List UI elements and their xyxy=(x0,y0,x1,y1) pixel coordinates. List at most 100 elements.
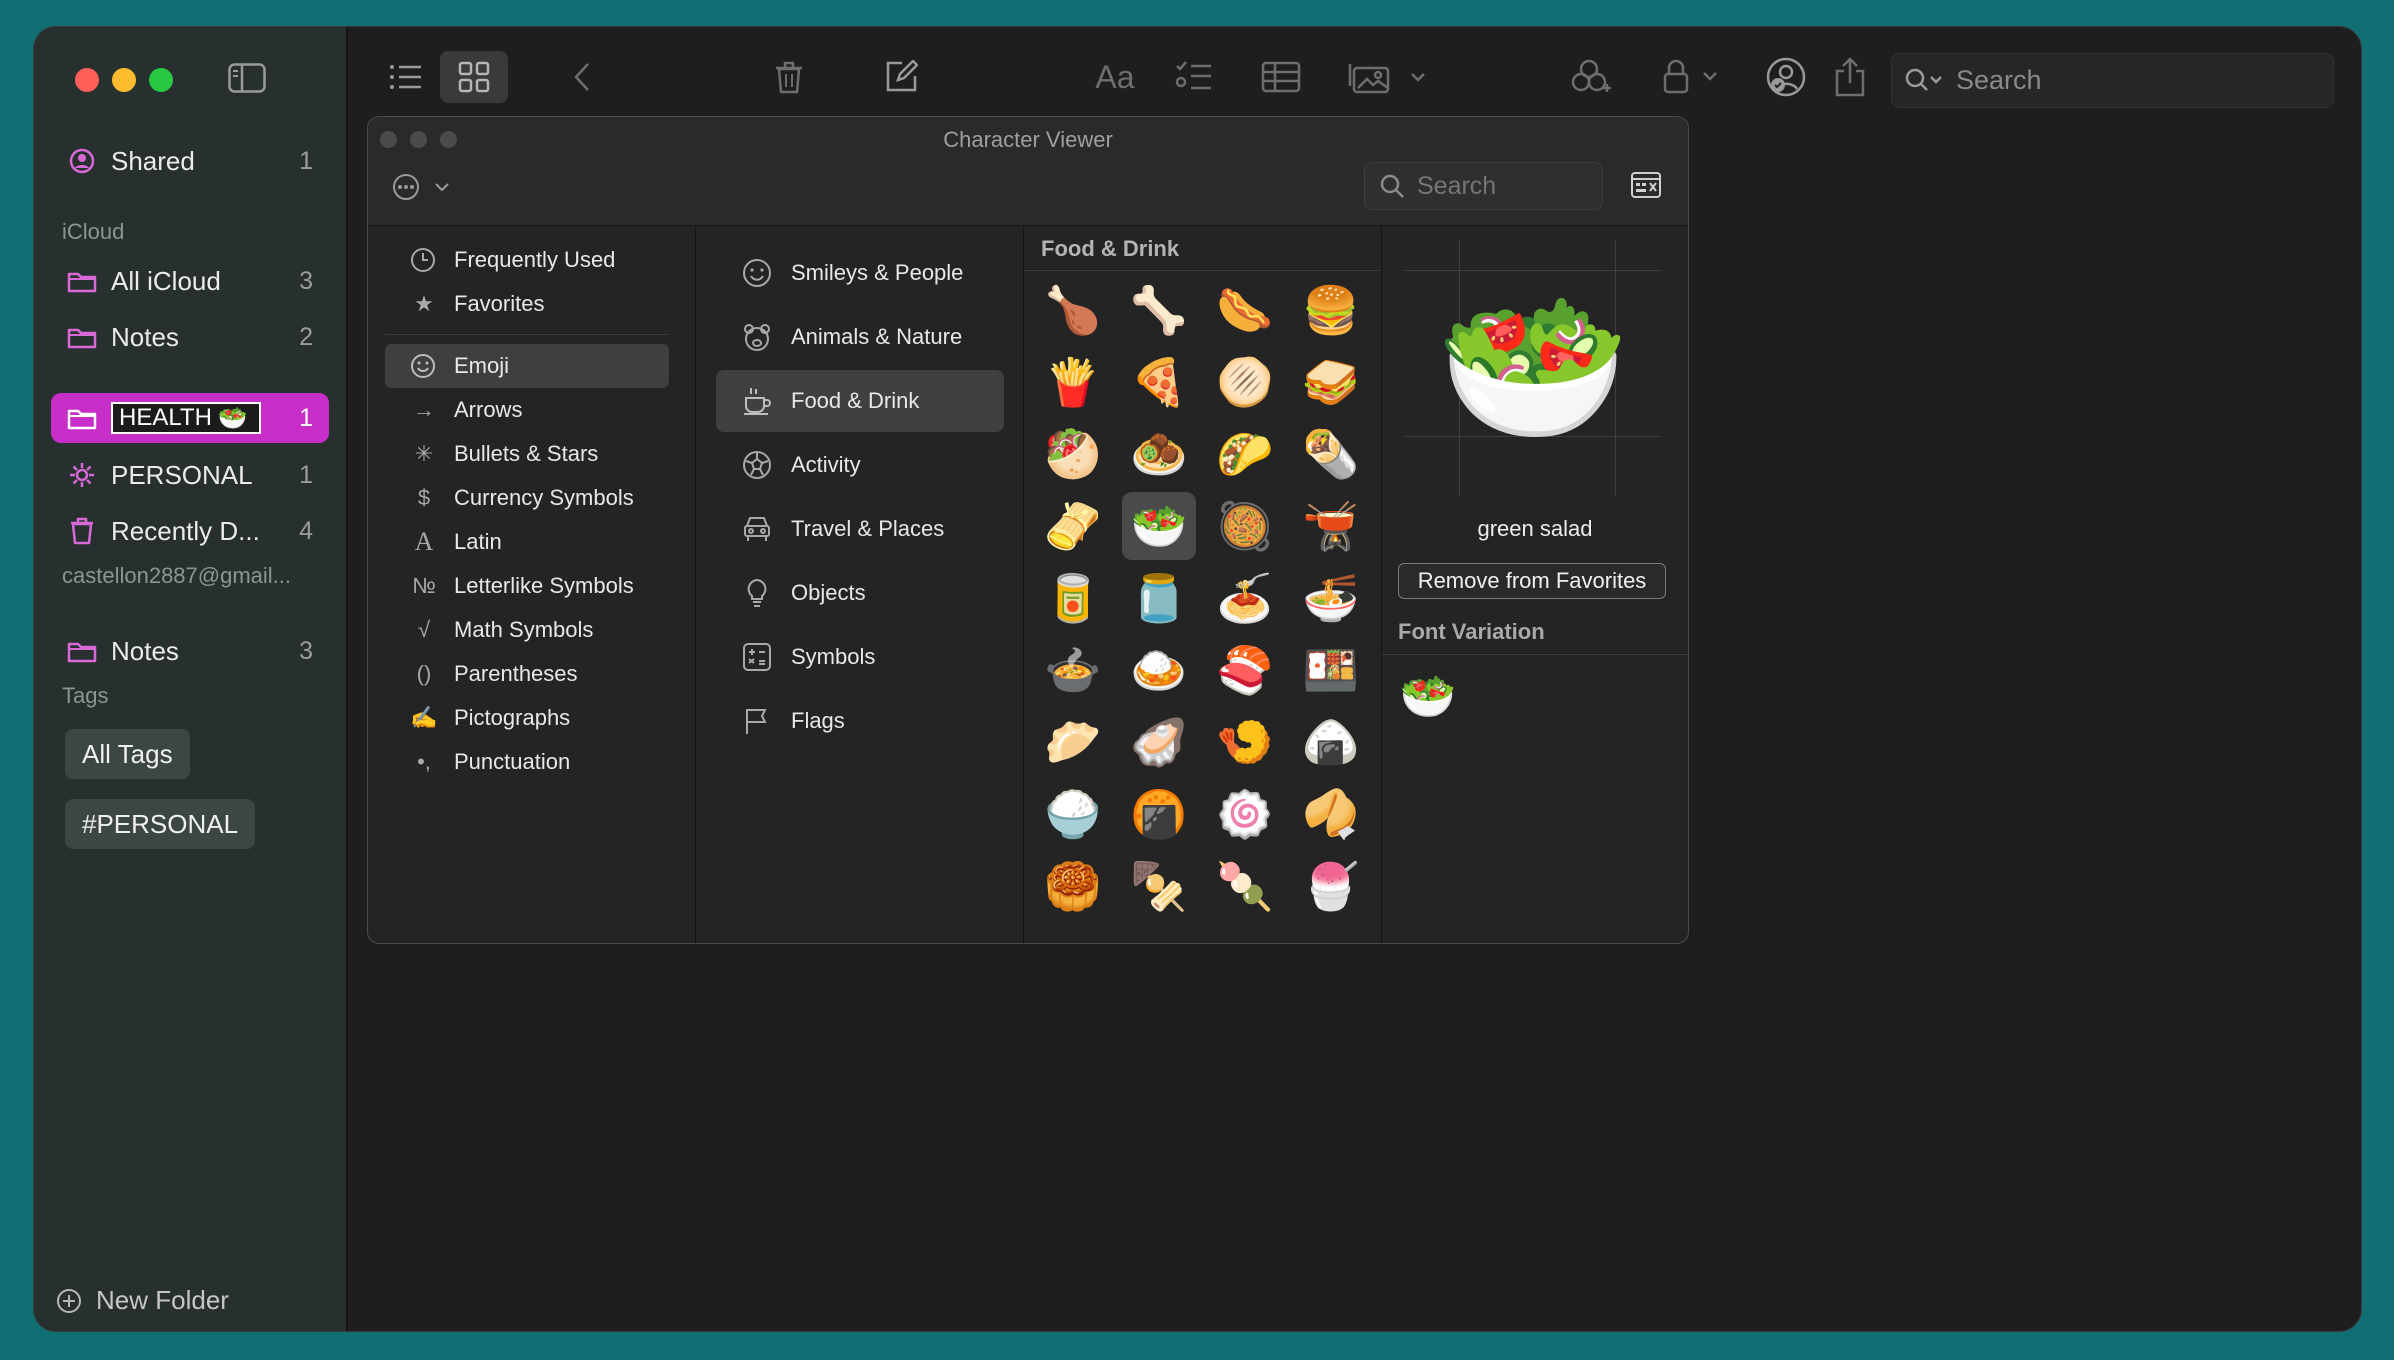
emoji-cell[interactable]: 🍛 xyxy=(1122,636,1196,704)
close-window-button[interactable] xyxy=(75,68,99,92)
emoji-cell[interactable]: 🍡 xyxy=(1208,852,1282,920)
emoji-cell[interactable]: 🍣 xyxy=(1208,636,1282,704)
emoji-cell[interactable]: 🍕 xyxy=(1122,348,1196,416)
subcategory-objects[interactable]: Objects xyxy=(716,562,1004,624)
sidebar-item-health[interactable]: HEALTH 🥗 1 xyxy=(51,393,329,443)
emoji-cell[interactable]: 🥮 xyxy=(1036,852,1110,920)
folder-icon xyxy=(67,639,97,663)
category-arrows[interactable]: → Arrows xyxy=(385,388,669,432)
share-icon[interactable] xyxy=(1832,57,1868,97)
subcategory-food-drink[interactable]: Food & Drink xyxy=(716,370,1004,432)
sidebar-item-count: 4 xyxy=(299,517,313,546)
tag-all-tags[interactable]: All Tags xyxy=(65,729,190,779)
emoji-cell[interactable]: 🍚 xyxy=(1036,780,1110,848)
ellipsis-circle-icon xyxy=(392,173,420,201)
emoji-cell[interactable]: 🫕 xyxy=(1294,492,1368,560)
tag-personal[interactable]: #PERSONAL xyxy=(65,799,255,849)
category-frequently-used[interactable]: Frequently Used xyxy=(385,238,669,282)
notes-search-field[interactable]: Search xyxy=(1891,53,2334,108)
subcategory-symbols[interactable]: Symbols xyxy=(716,626,1004,688)
category-currency-symbols[interactable]: $ Currency Symbols xyxy=(385,476,669,520)
subcategory-travel-places[interactable]: Travel & Places xyxy=(716,498,1004,560)
sidebar-toggle-icon[interactable] xyxy=(228,63,266,93)
delete-icon[interactable] xyxy=(772,57,806,97)
checklist-icon[interactable] xyxy=(1174,57,1214,97)
emoji-cell[interactable]: 🥘 xyxy=(1208,492,1282,560)
emoji-cell[interactable]: 🌯 xyxy=(1294,420,1368,488)
category-letterlike-symbols[interactable]: № Letterlike Symbols xyxy=(385,564,669,608)
new-folder-button[interactable]: New Folder xyxy=(56,1285,229,1316)
category-list: Frequently Used ★ Favorites Emoji → Arro… xyxy=(368,226,696,943)
emoji-cell[interactable]: 🍢 xyxy=(1122,852,1196,920)
emoji-cell[interactable]: 🥪 xyxy=(1294,348,1368,416)
remove-from-favorites-button[interactable]: Remove from Favorites xyxy=(1398,563,1666,599)
emoji-cell[interactable]: 🍧 xyxy=(1294,852,1368,920)
zoom-window-button[interactable] xyxy=(149,68,173,92)
emoji-cell[interactable]: 🍝 xyxy=(1208,564,1282,632)
sidebar-item-count: 1 xyxy=(299,404,313,433)
character-search-field[interactable]: Search xyxy=(1364,162,1603,210)
more-options-button[interactable] xyxy=(392,173,450,201)
emoji-cell[interactable]: 🍘 xyxy=(1122,780,1196,848)
emoji-cell[interactable]: 🥠 xyxy=(1294,780,1368,848)
emoji-cell[interactable]: 🍲 xyxy=(1036,636,1110,704)
category-favorites[interactable]: ★ Favorites xyxy=(385,282,669,326)
emoji-subcategory-list: Smileys & People Animals & Nature Food &… xyxy=(696,226,1024,943)
emoji-cell[interactable]: 🧆 xyxy=(1122,420,1196,488)
emoji-cell[interactable]: 🫔 xyxy=(1036,492,1110,560)
sidebar-item-shared[interactable]: Shared 1 xyxy=(51,136,329,186)
category-pictographs[interactable]: ✍ Pictographs xyxy=(385,696,669,740)
emoji-cell[interactable]: 🍱 xyxy=(1294,636,1368,704)
emoji-cell[interactable]: 🫓 xyxy=(1208,348,1282,416)
emoji-cell[interactable]: 🦴 xyxy=(1122,276,1196,344)
search-icon xyxy=(1379,173,1405,199)
category-math-symbols[interactable]: √ Math Symbols xyxy=(385,608,669,652)
emoji-cell[interactable]: 🍤 xyxy=(1208,708,1282,776)
list-view-icon[interactable] xyxy=(386,57,426,97)
category-latin[interactable]: A Latin xyxy=(385,520,669,564)
grid-view-icon[interactable] xyxy=(440,51,508,103)
keyboard-viewer-icon[interactable] xyxy=(1631,172,1661,198)
share-people-icon[interactable] xyxy=(1764,57,1808,97)
emoji-cell[interactable]: 🫙 xyxy=(1122,564,1196,632)
folder-rename-field[interactable]: HEALTH 🥗 xyxy=(111,402,261,434)
category-bullets-stars[interactable]: ✳ Bullets & Stars xyxy=(385,432,669,476)
subcategory-smileys-people[interactable]: Smileys & People xyxy=(716,242,1004,304)
emoji-cell[interactable]: 🌭 xyxy=(1208,276,1282,344)
sidebar-item-recently-deleted[interactable]: Recently D... 4 xyxy=(51,506,329,556)
category-parentheses[interactable]: () Parentheses xyxy=(385,652,669,696)
media-icon[interactable] xyxy=(1348,57,1428,97)
font-variation-emoji[interactable]: 🥗 xyxy=(1399,669,1456,724)
emoji-cell[interactable]: 🥙 xyxy=(1036,420,1110,488)
category-punctuation[interactable]: •, Punctuation xyxy=(385,740,669,784)
emoji-cell[interactable]: 🍔 xyxy=(1294,276,1368,344)
emoji-cell[interactable]: 🥗 xyxy=(1122,492,1196,560)
emoji-cell[interactable]: 🥫 xyxy=(1036,564,1110,632)
subcategory-flags[interactable]: Flags xyxy=(716,690,1004,752)
back-icon[interactable] xyxy=(570,57,594,97)
compose-icon[interactable] xyxy=(882,57,920,97)
emoji-cell[interactable]: 🌮 xyxy=(1208,420,1282,488)
lock-icon[interactable] xyxy=(1662,57,1722,97)
star-icon: ★ xyxy=(410,291,438,317)
category-label: Frequently Used xyxy=(454,247,615,273)
minimize-window-button[interactable] xyxy=(112,68,136,92)
emoji-cell[interactable]: 🍜 xyxy=(1294,564,1368,632)
sidebar-item-personal[interactable]: PERSONAL 1 xyxy=(51,450,329,500)
sidebar-item-notes[interactable]: Notes 2 xyxy=(51,312,329,362)
collaborate-icon[interactable] xyxy=(1568,57,1612,97)
subcategory-animals-nature[interactable]: Animals & Nature xyxy=(716,306,1004,368)
category-emoji[interactable]: Emoji xyxy=(385,344,669,388)
category-label: Currency Symbols xyxy=(454,485,634,511)
emoji-cell[interactable]: 🦪 xyxy=(1122,708,1196,776)
emoji-cell[interactable]: 🍙 xyxy=(1294,708,1368,776)
table-icon[interactable] xyxy=(1260,57,1302,97)
format-icon[interactable]: Aa xyxy=(1092,57,1138,97)
emoji-cell[interactable]: 🍟 xyxy=(1036,348,1110,416)
sidebar-item-gmail-notes[interactable]: Notes 3 xyxy=(51,626,329,676)
emoji-cell[interactable]: 🍥 xyxy=(1208,780,1282,848)
emoji-cell[interactable]: 🥟 xyxy=(1036,708,1110,776)
sidebar-item-all-icloud[interactable]: All iCloud 3 xyxy=(51,256,329,306)
subcategory-activity[interactable]: Activity xyxy=(716,434,1004,496)
emoji-cell[interactable]: 🍗 xyxy=(1036,276,1110,344)
